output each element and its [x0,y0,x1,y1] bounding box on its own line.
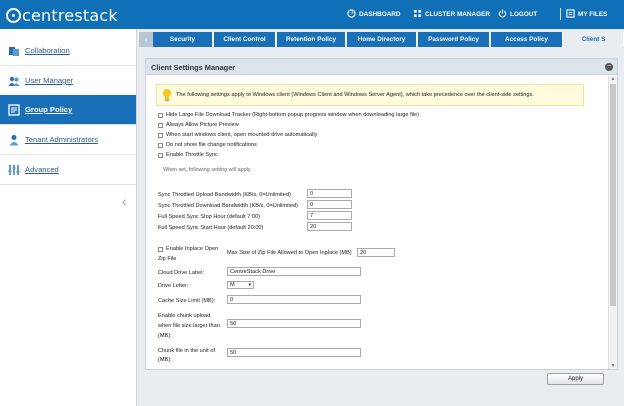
cache-size-input[interactable] [227,295,361,304]
download-bandwidth-label: Sync Throttled Download Bandwidth (KB/s,… [158,203,298,209]
sidebar-item-collaboration[interactable]: Collaboration [0,36,136,66]
panel-footer: Apply [145,370,618,390]
allow-picture-preview-checkbox[interactable]: Always Allow Picture Preview [158,121,239,129]
logo-ring-icon [6,7,21,23]
cluster-icon [413,9,422,20]
sidebar-item-user-manager[interactable]: User Manager [0,66,136,96]
client-settings-panel: Client Settings Manager − The following … [145,58,618,370]
apply-button[interactable]: Apply [547,373,604,385]
tab-password-policy[interactable]: Password Policy [418,32,490,47]
users-icon [7,74,20,87]
tab-security[interactable]: Security [153,32,213,47]
panel-header: Client Settings Manager − [146,59,617,75]
chunk-unit-label-2: (MB): [158,357,172,363]
cloud-drive-label-input[interactable] [227,267,361,276]
top-bar: centrestack DASHBOARD CLUSTER MANAGER LO… [0,0,624,29]
sidebar-item-group-policy[interactable]: Group Policy [0,95,136,125]
dropdown-arrow-icon: ▾ [248,282,251,288]
notice-box: The following settings apply to Windows … [156,84,584,106]
sidebar: Collaboration User Manager Group Policy … [0,29,137,406]
panel-title: Client Settings Manager [151,63,236,72]
chunk-upload-label-2: when file size larger than [158,323,220,329]
max-zip-size-label: Max Size of Zip File Allowed to Open Inp… [227,250,352,256]
tab-client-control[interactable]: Client Control [214,32,276,47]
tab-access-policy[interactable]: Access Policy [491,32,563,47]
tab-retention-policy[interactable]: Retention Policy [277,32,346,47]
upload-bandwidth-label: Sync Throttled Upload Bandwidth (KB/s, 0… [158,192,291,198]
cache-size-label: Cache Size Limit (MB): [158,298,216,304]
admin-icon [7,133,20,146]
drive-letter-select[interactable]: M ▾ [227,281,254,289]
hide-file-change-notifications-checkbox[interactable]: Do not show file change notifications [158,141,257,149]
chunk-unit-input[interactable] [227,348,361,357]
tab-bar: ‹ Security Client Control Retention Poli… [137,32,624,47]
logout-link[interactable]: LOGOUT [498,0,537,29]
open-mounted-drive-checkbox[interactable]: When start windows client, open mounted … [158,131,317,139]
settings-body: The following settings apply to Windows … [146,76,617,369]
collaboration-icon [7,44,20,57]
drive-letter-label: Drive Letter: [158,283,189,289]
scroll-down-icon[interactable]: ▼ [609,363,617,369]
enable-inplace-open-checkbox[interactable]: Enable Inplace Open [158,245,218,253]
enable-throttle-sync-checkbox[interactable]: Enable Throttle Sync [158,151,218,159]
collapse-sidebar-chevron-icon[interactable]: ‹ [122,193,127,209]
my-files-link[interactable]: MY FILES [566,0,607,29]
files-icon [566,9,575,20]
main-content: ‹ Security Client Control Retention Poli… [137,29,624,406]
scrollbar-thumb[interactable] [610,84,616,306]
hide-download-tracker-checkbox[interactable]: Hide Large File Download Tracker (Right-… [158,111,419,119]
scroll-up-icon[interactable]: ▲ [609,76,617,82]
lightbulb-icon [162,88,172,102]
cloud-drive-label-label: Cloud Drive Label: [158,270,205,276]
nav-divider [560,8,561,20]
group-policy-icon [7,103,20,116]
sync-stop-hour-input[interactable] [307,211,352,220]
sync-start-hour-label: Full Speed Sync Start Hour (default 20:0… [158,225,264,231]
download-bandwidth-input[interactable] [307,200,352,209]
chunk-unit-label-1: Chunk file in the unit of [158,348,215,354]
vertical-scrollbar[interactable]: ▲ ▼ [608,76,617,369]
advanced-icon [7,163,20,176]
logo-text: centrestack [22,5,118,25]
notice-text: The following settings apply to Windows … [176,92,534,98]
collapse-panel-icon[interactable]: − [605,63,613,71]
sync-stop-hour-label: Full Speed Sync Stop Hour (default 7:00) [158,214,260,220]
tab-home-directory[interactable]: Home Directory [347,32,417,47]
power-icon [498,9,507,20]
chunk-upload-label-3: (MB): [158,333,172,339]
dashboard-link[interactable]: DASHBOARD [347,0,401,29]
chunk-upload-label-1: Enable chunk upload [158,313,211,319]
chunk-upload-threshold-input[interactable] [227,319,361,328]
logo[interactable]: centrestack [6,5,118,25]
tab-client-settings[interactable]: Client S [564,32,624,47]
sidebar-item-tenant-administrators[interactable]: Tenant Administrators [0,125,136,155]
sync-start-hour-input[interactable] [307,222,352,231]
inplace-zip-label: Zip File [158,256,177,262]
throttle-hint: When set, following setting will apply. [163,167,252,173]
upload-bandwidth-input[interactable] [307,189,352,198]
dashboard-icon [347,9,356,20]
cluster-manager-link[interactable]: CLUSTER MANAGER [413,0,490,29]
max-zip-size-input[interactable] [357,248,395,257]
sidebar-item-advanced[interactable]: Advanced [0,155,136,185]
tabs-scroll-left-icon[interactable]: ‹ [139,32,153,47]
